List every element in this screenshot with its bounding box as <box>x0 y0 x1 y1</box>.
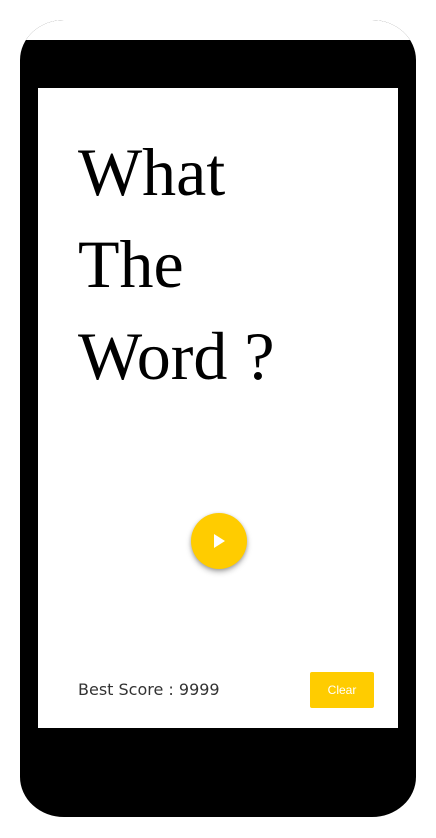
phone-frame: What The Word ? Best Score : 9999 Clear <box>20 20 416 817</box>
title-line-2: The <box>78 226 184 302</box>
game-title: What The Word ? <box>78 126 275 402</box>
clear-button[interactable]: Clear <box>310 672 374 708</box>
title-line-1: What <box>78 134 226 210</box>
best-score-label: Best Score : <box>78 680 179 699</box>
best-score-value: 9999 <box>178 680 220 699</box>
play-icon <box>214 534 225 548</box>
title-line-3: Word ? <box>78 318 275 394</box>
best-score: Best Score : 9999 <box>78 680 220 700</box>
play-button[interactable] <box>191 513 247 569</box>
app-screen: What The Word ? Best Score : 9999 Clear <box>38 88 398 728</box>
